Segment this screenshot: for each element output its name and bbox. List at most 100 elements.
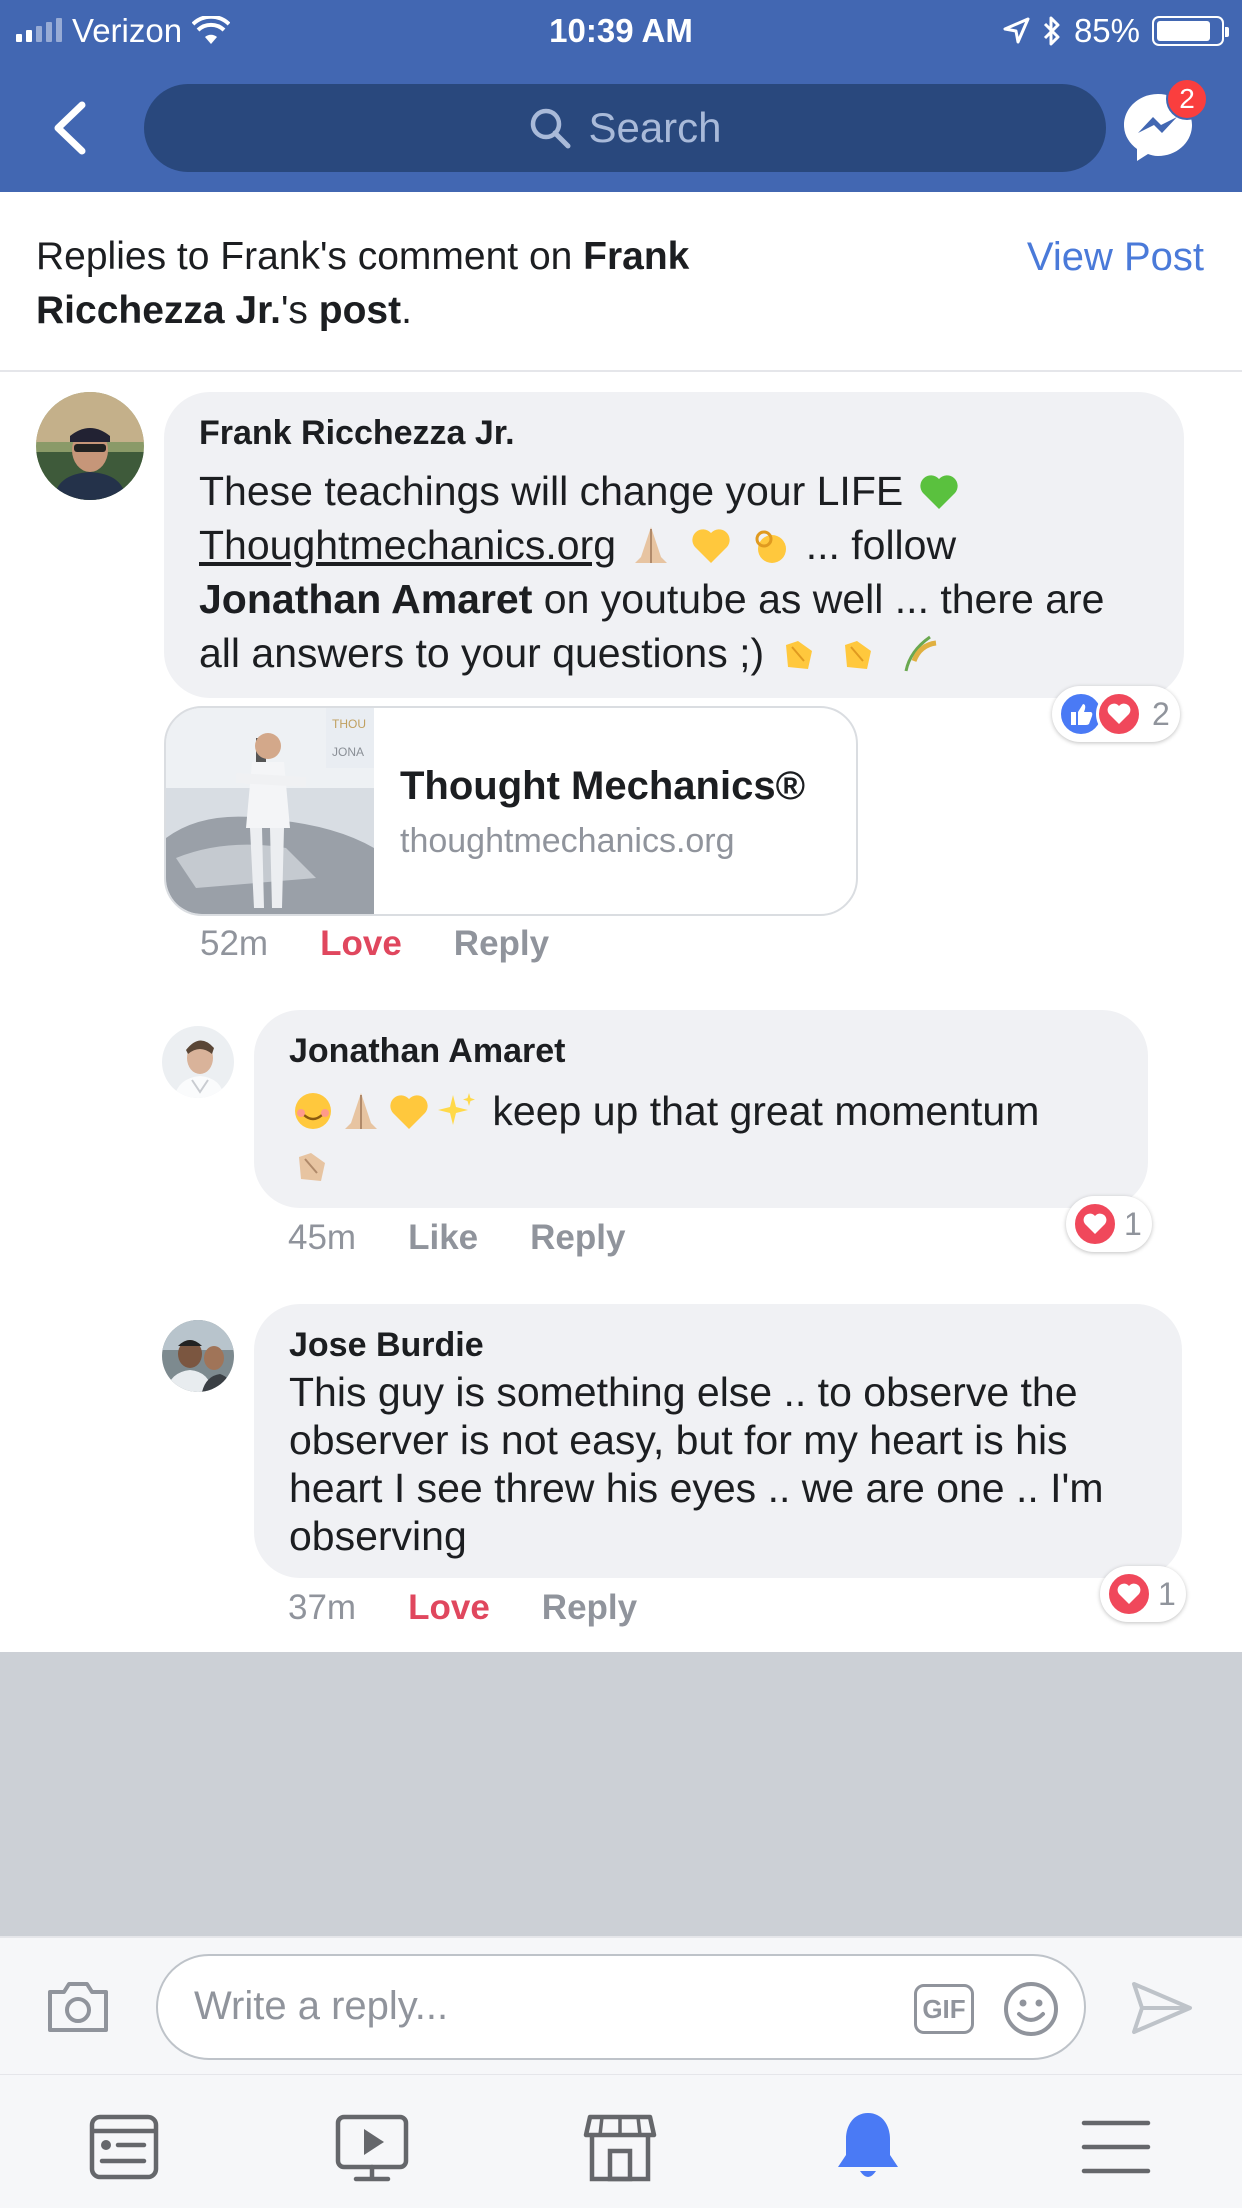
reply-button[interactable]: Reply [542,1588,637,1628]
svg-text:THOU: THOU [332,717,366,731]
clapping-hands-icon [785,641,812,669]
view-post-link[interactable]: View Post [1027,230,1204,284]
reply-author[interactable]: Jose Burdie [289,1326,484,1365]
avatar[interactable] [162,1026,234,1098]
comment-line-4-text: all answers to your questions ;) [199,630,765,676]
status-bar: Verizon 10:39 AM 85% [0,0,1242,62]
tab-notifications-icon[interactable] [830,2109,906,2185]
comment-link[interactable]: Thoughtmechanics.org [199,522,616,568]
reply-button[interactable]: Reply [530,1218,625,1258]
reply-actions: 45m Like Reply [288,1218,625,1258]
search-bar[interactable]: Search [144,84,1106,172]
link-thumbnail: THOU JONA [166,708,374,914]
reply-emoji-line [289,1138,1129,1192]
reply-bubble[interactable]: Jonathan Amaret keep up that great momen… [254,1010,1148,1208]
back-button[interactable] [50,98,98,158]
bluetooth-icon [1043,16,1060,46]
header-possessive: 's [280,289,319,332]
reply-text: keep up that great momentum [289,1084,1129,1192]
reply-time: 37m [288,1588,357,1627]
search-icon [531,108,571,149]
clapping-hands-icon [299,1153,325,1181]
send-icon[interactable] [1130,1978,1194,2038]
comment-mention[interactable]: Jonathan Amaret [199,576,532,622]
reaction-count: 1 [1158,1575,1176,1612]
avatar[interactable] [162,1320,234,1392]
gif-button[interactable]: GIF [914,1984,974,2034]
avatar-jose [162,1320,234,1392]
like-button[interactable]: Like [408,1218,478,1258]
header-post-link[interactable]: post [319,289,401,332]
comment-time: 52m [200,924,269,963]
messenger-badge: 2 [1166,78,1208,120]
reaction-summary[interactable]: 1 [1100,1566,1186,1622]
emoji-icon[interactable] [1002,1980,1060,2038]
reply-input[interactable]: Write a reply... GIF [156,1954,1086,2060]
battery-icon [1152,16,1229,46]
link-preview-card[interactable]: THOU JONA Thought Mechanics® thoughtmech… [164,706,858,916]
reaction-summary[interactable]: 2 [1052,686,1180,742]
reply-author[interactable]: Jonathan Amaret [289,1032,565,1071]
thread-description: Replies to Frank's comment on Frank Ricc… [36,230,796,338]
reply-time: 45m [288,1218,357,1257]
comment-line-1-text: These teachings will change your LIFE [199,468,904,514]
reply-line: This guy is something else .. to observe… [289,1369,1078,1415]
reply-bubble[interactable]: Jose Burdie This guy is something else .… [254,1304,1182,1578]
praying-hands-icon [635,527,668,563]
comment-line-2: Thoughtmechanics.org ... follow [199,518,1169,572]
tab-menu-icon[interactable] [1078,2109,1154,2185]
smiling-face-icon [295,1093,331,1129]
top-bar: Verizon 10:39 AM 85% Search 2 [0,0,1242,192]
love-reaction-icon [1106,1571,1152,1617]
reply-button[interactable]: Reply [454,924,549,964]
chevron-left-icon [54,101,86,155]
reaction-summary[interactable]: 1 [1066,1196,1152,1252]
comment-line-2-tail: ... follow [794,522,957,568]
green-heart-icon [919,475,958,509]
header-suffix: . [401,289,412,332]
location-arrow-icon [1003,17,1030,44]
camera-icon[interactable] [46,1978,110,2034]
reply-line: heart I see threw his eyes .. we are one… [289,1465,1104,1511]
reaction-count: 1 [1124,1205,1142,1242]
comment-line-4: all answers to your questions ;) [199,626,1169,680]
love-reaction-icon [1072,1201,1118,1247]
battery-percent: 85% [1073,12,1140,49]
comment-line-3-tail: on youtube as well ... there are [532,576,1105,622]
avatar[interactable] [36,392,144,500]
love-button[interactable]: Love [408,1588,490,1628]
love-button[interactable]: Love [320,924,402,964]
comment-text: These teachings will change your LIFE Th… [199,464,1169,680]
empty-area [0,1652,1242,1936]
comment-actions: 52m Love Reply [200,924,549,964]
yellow-heart-icon [692,529,730,563]
tab-bar [0,2074,1242,2208]
avatar-jonathan [162,1026,234,1098]
header-prefix: Replies to Frank's comment on [36,235,584,278]
reply-line: observer is not easy, but for my heart i… [289,1417,1068,1463]
avatar-frank [36,392,144,500]
comment-line-3: Jonathan Amaret on youtube as well ... t… [199,572,1169,626]
link-domain: thoughtmechanics.org [400,822,735,860]
reply-text-content: keep up that great momentum [492,1088,1040,1134]
love-reaction-icon [1096,691,1142,737]
sparkles-icon [438,1093,475,1125]
reply-line: observing [289,1513,467,1559]
comment-bubble[interactable]: Frank Ricchezza Jr. These teachings will… [164,392,1184,698]
comment-line-1: These teachings will change your LIFE [199,464,1169,518]
reply-composer: Write a reply... GIF [0,1936,1242,2074]
reply-text: This guy is something else .. to observe… [289,1368,1169,1560]
thread-header: Replies to Frank's comment on Frank Ricc… [0,192,1242,372]
reaction-count: 2 [1152,695,1170,732]
status-right: 85% [1002,12,1229,50]
search-placeholder: Search [588,104,722,151]
clapping-hands-icon [844,641,871,669]
tab-news-feed-icon[interactable] [86,2109,162,2185]
yellow-heart-icon [390,1095,428,1129]
tab-marketplace-icon[interactable] [582,2109,658,2185]
tab-watch-icon[interactable] [334,2109,410,2185]
ok-hand-icon [755,530,787,563]
link-title: Thought Mechanics® [400,764,806,808]
praying-hands-icon [345,1093,377,1129]
comment-author[interactable]: Frank Ricchezza Jr. [199,414,515,453]
